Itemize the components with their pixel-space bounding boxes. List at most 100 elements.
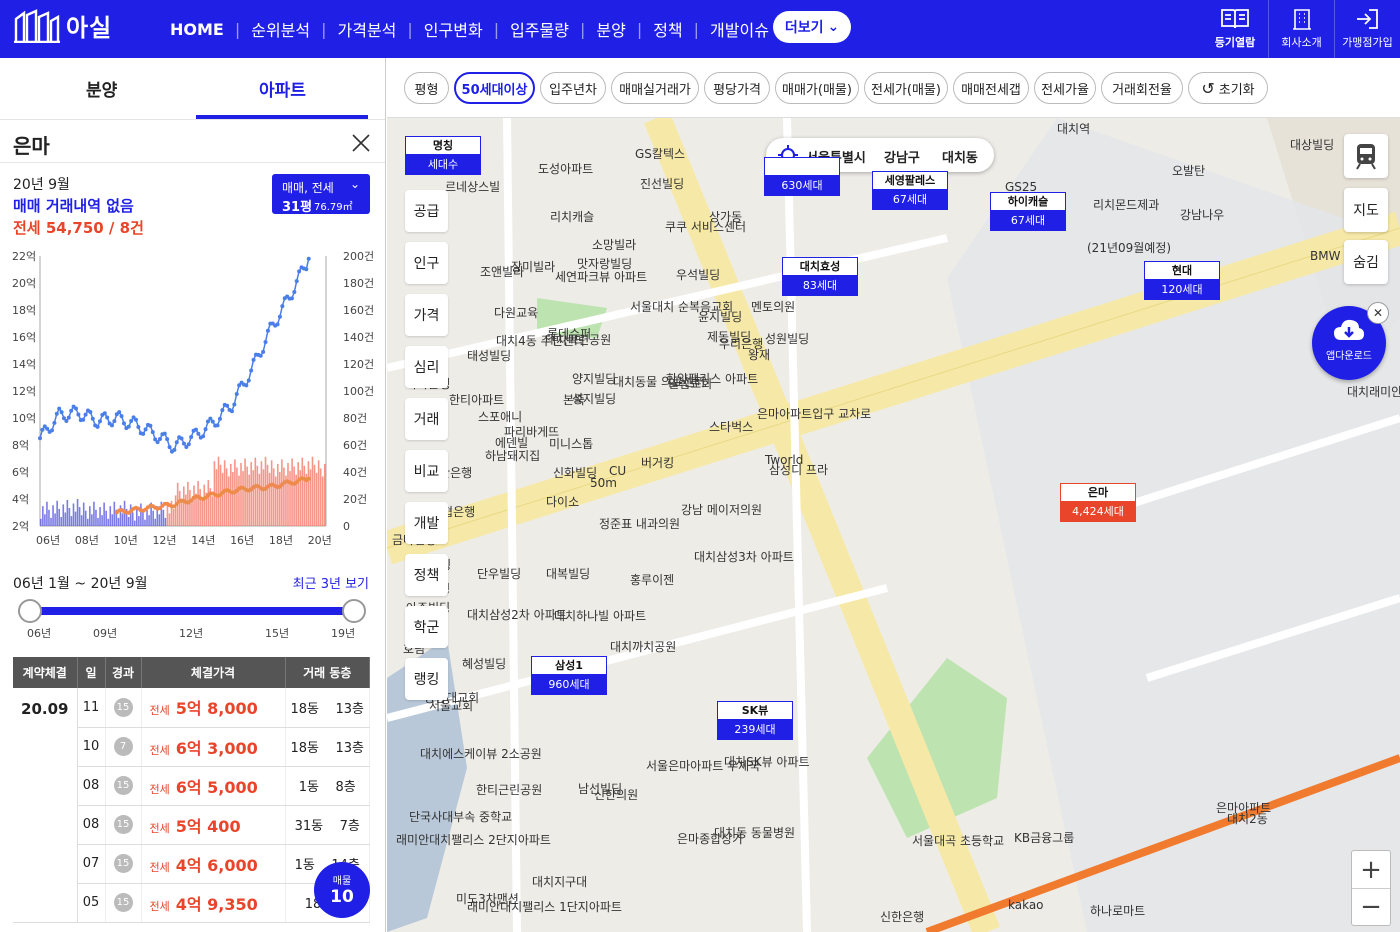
series-point xyxy=(54,411,59,416)
filter-sale-listing[interactable]: 매매가(매물) xyxy=(775,72,859,104)
apt-marker[interactable]: 세영팔레스 67세대 xyxy=(872,171,948,210)
franchise-button[interactable]: 가맹점가입 xyxy=(1334,0,1400,58)
volume-bar xyxy=(89,506,91,526)
volume-bar xyxy=(279,472,281,526)
refresh-icon: ↺ xyxy=(1201,78,1215,98)
marker-units: 83세대 xyxy=(782,276,858,296)
filter-size[interactable]: 평형 xyxy=(404,72,449,104)
apt-marker-selected[interactable]: 은마 4,424세대 xyxy=(1060,483,1136,522)
type-selector[interactable]: 매매, 전세 ⌄ 31평 76.79㎡ xyxy=(272,174,370,215)
tab-apartment[interactable]: 아파트 xyxy=(259,76,306,101)
nav-rank[interactable]: 순위분석 xyxy=(251,17,310,41)
volume-bar xyxy=(242,471,244,526)
layer-population[interactable]: 인구 xyxy=(405,242,448,284)
apt-marker[interactable]: 630세대 xyxy=(764,157,840,196)
volume-bar xyxy=(258,473,261,526)
subway-toggle[interactable] xyxy=(1344,134,1388,178)
zoom-out-button[interactable]: − xyxy=(1352,888,1390,925)
nav-price[interactable]: 가격분석 xyxy=(338,17,397,41)
nav-population[interactable]: 인구변화 xyxy=(424,17,483,41)
filter-per-pyeong[interactable]: 평당가격 xyxy=(704,72,770,104)
layer-school[interactable]: 학군 xyxy=(405,606,448,648)
volume-bar xyxy=(62,504,65,526)
more-label: 더보기 xyxy=(784,20,824,36)
tab-presale[interactable]: 분양 xyxy=(86,76,117,101)
apt-marker[interactable]: 삼성1 960세대 xyxy=(531,656,607,695)
layer-development[interactable]: 개발 xyxy=(405,502,448,544)
slider-handle-right[interactable] xyxy=(342,599,366,623)
size-m2: 76.79㎡ xyxy=(314,202,353,213)
filter-jeonse-ratio[interactable]: 전세가율 xyxy=(1034,72,1096,104)
elapsed-badge: 7 xyxy=(113,737,133,756)
recent-3y-button[interactable]: 최근 3년 보기 xyxy=(293,573,369,592)
layer-sentiment[interactable]: 심리 xyxy=(405,346,448,388)
map-label: 리치캐슬 xyxy=(550,210,595,224)
table-row[interactable]: 20.09 11 15 전세 5억 8,000 18동 13층 xyxy=(13,688,370,923)
volume-bar xyxy=(138,516,140,526)
volume-bar xyxy=(201,497,203,526)
region-dong[interactable]: 대치동 xyxy=(942,147,978,166)
slider-tick: 09년 xyxy=(93,627,118,640)
slider-handle-left[interactable] xyxy=(18,599,42,623)
x-tick: 20년 xyxy=(308,534,332,547)
cell-day: 05 xyxy=(77,883,106,923)
cell-day: 07 xyxy=(77,844,106,884)
range-slider[interactable] xyxy=(18,599,366,623)
series-point xyxy=(81,417,86,422)
volume-bar xyxy=(293,466,295,526)
logo[interactable]: 아실 xyxy=(14,8,112,43)
volume-bar xyxy=(58,508,60,526)
map[interactable]: 도성아파트 GS칼텍스 르네상스빌 진선빌딩 리치캐슬 쿠쿠 서비스센터 상가동 소망빌라 조앤… xyxy=(387,118,1400,932)
series-point xyxy=(229,409,234,414)
volume-bar xyxy=(121,513,124,526)
layer-compare[interactable]: 비교 xyxy=(405,450,448,492)
filter-sale-price[interactable]: 매매실거래가 xyxy=(611,72,699,104)
nav-home[interactable]: HOME xyxy=(170,20,224,39)
layer-policy[interactable]: 정책 xyxy=(405,554,448,596)
filter-age[interactable]: 입주년차 xyxy=(540,72,606,104)
filter-turnover[interactable]: 거래회전율 xyxy=(1101,72,1183,104)
apt-marker[interactable]: 하이캐슬 67세대 xyxy=(990,192,1066,231)
more-button[interactable]: 더보기 ⌄ xyxy=(773,11,851,43)
layer-supply[interactable]: 공급 xyxy=(405,190,448,232)
volume-bar xyxy=(154,518,156,526)
company-button[interactable]: 회사소개 xyxy=(1268,0,1334,58)
zoom-in-button[interactable]: + xyxy=(1352,851,1390,888)
apt-marker[interactable]: 대치효성 83세대 xyxy=(782,257,858,296)
nav-development[interactable]: 개발이슈 xyxy=(710,17,769,41)
map-label: 대치2동 xyxy=(1227,812,1268,826)
reset-button[interactable]: ↺ 초기화 xyxy=(1188,72,1268,104)
volume-bar xyxy=(185,494,187,526)
filter-jeonse-listing[interactable]: 전세가(매물) xyxy=(864,72,948,104)
hide-button[interactable]: 숨김 xyxy=(1344,240,1388,284)
layer-ranking[interactable]: 랭킹 xyxy=(405,658,448,700)
registry-button[interactable]: 등기열람 xyxy=(1202,0,1268,58)
series-point xyxy=(155,440,160,445)
date-range: 06년 1월 ~ 20년 9월 xyxy=(13,576,148,592)
volume-bar xyxy=(232,472,234,526)
close-icon[interactable]: ✕ xyxy=(1367,302,1389,324)
layer-trade[interactable]: 거래 xyxy=(405,398,448,440)
volume-bar xyxy=(227,476,230,526)
apt-marker[interactable]: 현대 120세대 xyxy=(1144,261,1220,300)
filter-gap[interactable]: 매매전세갭 xyxy=(953,72,1029,104)
nav-presale[interactable]: 분양 xyxy=(596,17,625,41)
trade-price: 5억 8,000 xyxy=(175,699,258,719)
region-gu[interactable]: 강남구 xyxy=(884,147,920,166)
map-label: 강남나우 xyxy=(1180,208,1225,222)
trade-kind: 전세 xyxy=(149,860,170,874)
close-icon[interactable] xyxy=(350,132,372,154)
volume-bar xyxy=(260,461,263,526)
nav-policy[interactable]: 정책 xyxy=(653,17,682,41)
layer-price[interactable]: 가격 xyxy=(405,294,448,336)
apt-marker[interactable]: SK뷰 239세대 xyxy=(717,701,793,740)
series-point xyxy=(102,411,107,416)
series-point xyxy=(225,403,230,408)
map-type-button[interactable]: 지도 xyxy=(1344,188,1388,232)
series-point xyxy=(119,414,124,419)
filter-50units[interactable]: 50세대이상 xyxy=(454,72,535,104)
y-left-tick: 12억 xyxy=(12,385,36,398)
listing-count-button[interactable]: 매물 10 xyxy=(314,862,370,918)
volume-bar xyxy=(46,501,48,526)
nav-supply[interactable]: 입주물량 xyxy=(510,17,569,41)
